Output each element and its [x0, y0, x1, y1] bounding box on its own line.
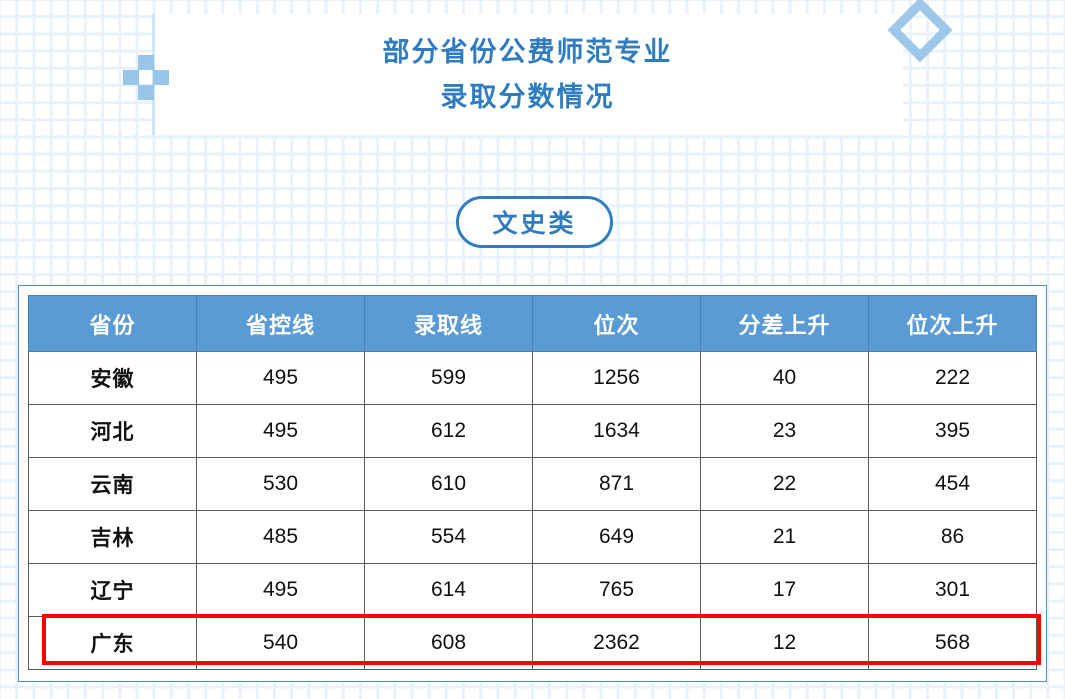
cell-score-gap-rise: 17 [700, 563, 869, 617]
cell-province: 安徽 [28, 351, 197, 405]
cell-score-gap-rise: 21 [700, 510, 869, 564]
cell-provincial-line: 485 [196, 510, 365, 564]
column-header-admission-line: 录取线 [364, 295, 533, 352]
cell-province: 辽宁 [28, 563, 197, 617]
cell-rank: 649 [532, 510, 701, 564]
table-row: 吉林 485 554 649 21 86 [28, 510, 1037, 564]
cell-rank: 1634 [532, 404, 701, 458]
cell-admission-line: 608 [364, 616, 533, 670]
cell-rank-rise: 86 [868, 510, 1037, 564]
title-line-1: 部分省份公费师范专业 [382, 36, 673, 67]
cell-rank-rise: 395 [868, 404, 1037, 458]
table-row: 安徽 495 599 1256 40 222 [28, 351, 1037, 405]
cell-rank: 765 [532, 563, 701, 617]
table-row-highlighted: 广东 540 608 2362 12 568 [28, 616, 1037, 670]
cell-provincial-line: 495 [196, 563, 365, 617]
admission-score-table: 省份 省控线 录取线 位次 分差上升 位次上升 安徽 495 599 1256 … [28, 295, 1037, 670]
cell-admission-line: 599 [364, 351, 533, 405]
cell-rank: 1256 [532, 351, 701, 405]
cell-provincial-line: 530 [196, 457, 365, 511]
category-badge: 文史类 [456, 196, 613, 248]
cell-province: 吉林 [28, 510, 197, 564]
column-header-rank-rise: 位次上升 [868, 295, 1037, 352]
table-header-row: 省份 省控线 录取线 位次 分差上升 位次上升 [28, 295, 1037, 352]
cell-rank-rise: 454 [868, 457, 1037, 511]
cell-rank-rise: 301 [868, 563, 1037, 617]
cell-admission-line: 614 [364, 563, 533, 617]
column-header-province: 省份 [28, 295, 197, 352]
cell-rank-rise: 222 [868, 351, 1037, 405]
cell-score-gap-rise: 12 [700, 616, 869, 670]
table-body: 安徽 495 599 1256 40 222 河北 495 612 1634 2… [28, 351, 1037, 670]
category-badge-label: 文史类 [492, 210, 577, 238]
cell-score-gap-rise: 23 [700, 404, 869, 458]
cell-rank: 2362 [532, 616, 701, 670]
table-container: 省份 省控线 录取线 位次 分差上升 位次上升 安徽 495 599 1256 … [18, 285, 1047, 682]
table-row: 云南 530 610 871 22 454 [28, 457, 1037, 511]
cell-provincial-line: 540 [196, 616, 365, 670]
table-row: 辽宁 495 614 765 17 301 [28, 563, 1037, 617]
cell-provincial-line: 495 [196, 351, 365, 405]
cell-province: 广东 [28, 616, 197, 670]
cell-province: 河北 [28, 404, 197, 458]
cell-admission-line: 554 [364, 510, 533, 564]
column-header-provincial-line: 省控线 [196, 295, 365, 352]
cell-score-gap-rise: 22 [700, 457, 869, 511]
page-title: 部分省份公费师范专业 录取分数情况 [152, 14, 903, 135]
cell-province: 云南 [28, 457, 197, 511]
cell-score-gap-rise: 40 [700, 351, 869, 405]
title-line-2: 录取分数情况 [440, 81, 615, 112]
cell-provincial-line: 495 [196, 404, 365, 458]
cell-admission-line: 610 [364, 457, 533, 511]
cell-rank-rise: 568 [868, 616, 1037, 670]
column-header-score-gap-rise: 分差上升 [700, 295, 869, 352]
cell-rank: 871 [532, 457, 701, 511]
table-row: 河北 495 612 1634 23 395 [28, 404, 1037, 458]
column-header-rank: 位次 [532, 295, 701, 352]
cell-admission-line: 612 [364, 404, 533, 458]
